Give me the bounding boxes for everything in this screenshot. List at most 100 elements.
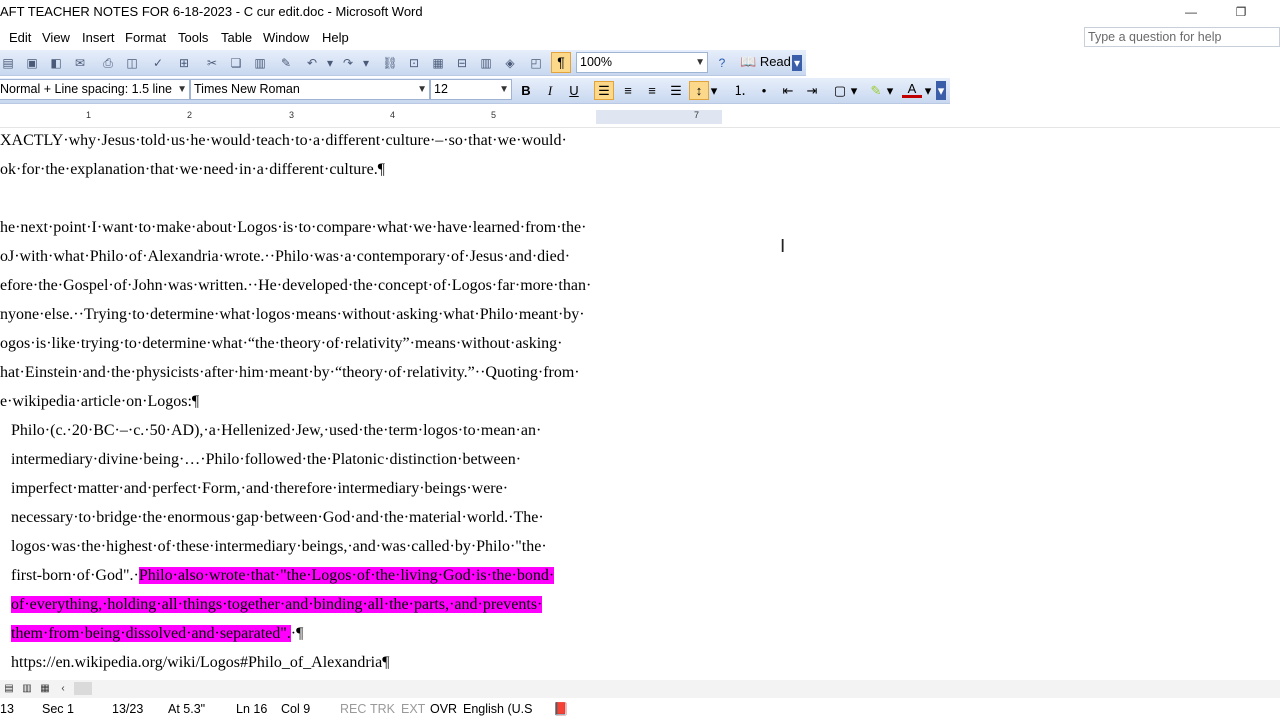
scroll-left-icon[interactable]: ‹ (56, 682, 70, 696)
cut-icon[interactable]: ✂ (204, 55, 220, 71)
quote-line: of·everything,·holding·all·things·togeth… (11, 596, 543, 614)
print-preview-icon[interactable]: ◫ (124, 55, 140, 71)
status-section: Sec 1 (42, 702, 74, 716)
line-spacing-dropdown-icon[interactable]: ▾ (708, 81, 720, 100)
toolbar-options-icon[interactable]: ▾ (792, 55, 802, 71)
highlighted-text: of·everything,·holding·all·things·togeth… (11, 596, 543, 613)
status-trk[interactable]: TRK (370, 702, 395, 716)
permission-icon[interactable]: ◧ (48, 55, 64, 71)
font-size-value: 12 (434, 82, 448, 96)
align-right-icon[interactable]: ≡ (642, 81, 662, 100)
ruler-number: 4 (390, 110, 396, 120)
underline-button[interactable]: U (564, 81, 584, 100)
status-rec[interactable]: REC (340, 702, 366, 716)
font-color-icon[interactable]: A (902, 81, 922, 98)
status-ext[interactable]: EXT (401, 702, 425, 716)
copy-icon[interactable]: ❏ (228, 55, 244, 71)
hyperlink-icon[interactable]: ⛓ (382, 55, 398, 71)
save-icon[interactable]: ▣ (24, 55, 40, 71)
web-layout-icon[interactable]: ▥ (20, 682, 34, 696)
menu-window[interactable]: Window (263, 30, 309, 45)
read-button[interactable]: 📖 Read (740, 54, 791, 70)
status-language[interactable]: English (U.S (463, 702, 532, 716)
font-select[interactable]: Times New Roman ▼ (190, 79, 430, 100)
menu-help[interactable]: Help (322, 30, 349, 45)
normal-view-icon[interactable]: ▤ (2, 682, 16, 696)
undo-dropdown-icon[interactable]: ▾ (322, 55, 338, 71)
borders-dropdown-icon[interactable]: ▾ (848, 81, 860, 100)
redo-icon[interactable]: ↷ (340, 55, 356, 71)
format-painter-icon[interactable]: ✎ (278, 55, 294, 71)
ruler-margin-area (596, 110, 722, 124)
horizontal-scrollbar-thumb[interactable] (74, 682, 92, 695)
document-area[interactable]: XACTLY·why·Jesus·told·us·he·would·teach·… (0, 128, 1280, 680)
highlight-dropdown-icon[interactable]: ▾ (884, 81, 896, 100)
insert-table-icon[interactable]: ▦ (430, 55, 446, 71)
menu-insert[interactable]: Insert (82, 30, 115, 45)
chevron-down-icon: ▼ (695, 57, 705, 68)
style-select[interactable]: Normal + Line spacing: 1.5 line ▼ (0, 79, 190, 100)
highlight-icon[interactable]: ✎ (866, 81, 886, 100)
align-center-icon[interactable]: ≡ (618, 81, 638, 100)
numbering-icon[interactable]: ⒈ (730, 81, 750, 100)
book-icon: 📖 (740, 54, 757, 69)
quote-line: logos·was·the·highest·of·these·intermedi… (11, 538, 547, 555)
bullets-icon[interactable]: • (754, 81, 774, 100)
columns-icon[interactable]: ▥ (478, 55, 494, 71)
help-search-input[interactable]: Type a question for help (1084, 27, 1280, 47)
minimize-button[interactable]: — (1168, 0, 1214, 26)
window-title: AFT TEACHER NOTES FOR 6-18-2023 - C cur … (0, 4, 423, 19)
line-spacing-icon[interactable]: ↕ (689, 81, 709, 100)
paste-icon[interactable]: ▥ (252, 55, 268, 71)
open-icon[interactable]: ▤ (0, 55, 16, 71)
document-line: XACTLY·why·Jesus·told·us·he·would·teach·… (0, 132, 567, 149)
paragraph-mark: ·¶ (290, 625, 304, 642)
document-line: nyone·else.··Trying·to·determine·what·lo… (0, 306, 585, 323)
font-color-dropdown-icon[interactable]: ▾ (922, 81, 934, 100)
menu-edit[interactable]: Edit (9, 30, 31, 45)
bold-button[interactable]: B (516, 81, 536, 100)
insert-excel-icon[interactable]: ⊟ (454, 55, 470, 71)
quote-line: Philo·(c.·20·BC·–·c.·50·AD),·a·Hellenize… (11, 422, 542, 439)
document-map-icon[interactable]: ◰ (528, 55, 544, 71)
menu-tools[interactable]: Tools (178, 30, 208, 45)
spelling-status-icon[interactable]: 📕 (553, 702, 569, 717)
quote-line: first-born·of·God".·Philo·also·wrote·tha… (11, 567, 555, 585)
font-size-select[interactable]: 12 ▼ (430, 79, 512, 100)
text-cursor-icon: I (780, 236, 786, 257)
quote-line: imperfect·matter·and·perfect·Form,·and·t… (11, 480, 509, 497)
email-icon[interactable]: ✉ (72, 55, 88, 71)
show-hide-button[interactable]: ¶ (551, 52, 571, 73)
research-icon[interactable]: ⊞ (176, 55, 192, 71)
document-line: e·wikipedia·article·on·Logos:¶ (0, 393, 200, 410)
decrease-indent-icon[interactable]: ⇤ (778, 81, 798, 100)
ruler[interactable]: 1 2 3 4 5 7 (0, 106, 1280, 128)
menu-table[interactable]: Table (221, 30, 252, 45)
increase-indent-icon[interactable]: ⇥ (802, 81, 822, 100)
zoom-select[interactable]: 100% ▼ (576, 52, 708, 73)
status-ovr[interactable]: OVR (430, 702, 457, 716)
align-left-icon[interactable]: ☰ (594, 81, 614, 100)
chevron-down-icon: ▼ (417, 84, 427, 95)
menu-format[interactable]: Format (125, 30, 166, 45)
quote-line: intermediary·divine·being·…·Philo·follow… (11, 451, 522, 468)
print-layout-icon[interactable]: ▦ (38, 682, 52, 696)
document-line: ok·for·the·explanation·that·we·need·in·a… (0, 161, 385, 178)
undo-icon[interactable]: ↶ (304, 55, 320, 71)
quote-text: first-born·of·God".· (11, 567, 139, 584)
borders-icon[interactable]: ▢ (830, 81, 850, 100)
print-icon[interactable]: ⎙ (100, 55, 116, 71)
menu-view[interactable]: View (42, 30, 70, 45)
tables-borders-icon[interactable]: ⊡ (406, 55, 422, 71)
justify-icon[interactable]: ☰ (666, 81, 686, 100)
zoom-value: 100% (580, 55, 612, 69)
redo-dropdown-icon[interactable]: ▾ (358, 55, 374, 71)
restore-button[interactable]: ❐ (1218, 0, 1264, 26)
highlighted-text: Philo·also·wrote·that·"the·Logos·of·the·… (138, 567, 555, 584)
spelling-icon[interactable]: ✓ (150, 55, 166, 71)
toolbar-options-icon[interactable]: ▾ (936, 81, 946, 100)
font-value: Times New Roman (194, 82, 300, 96)
italic-button[interactable]: I (540, 81, 560, 100)
drawing-icon[interactable]: ◈ (502, 55, 518, 71)
help-icon[interactable]: ? (714, 55, 730, 71)
